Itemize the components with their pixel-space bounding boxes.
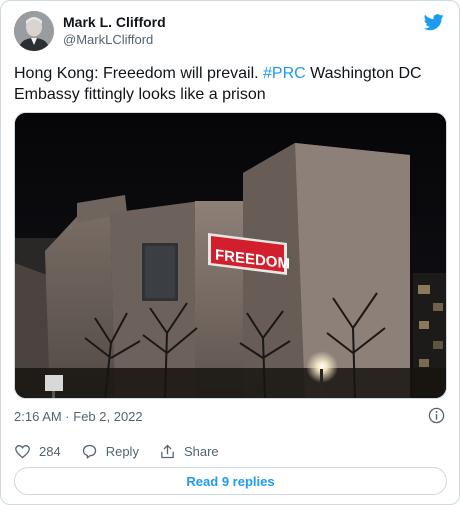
heart-icon xyxy=(15,444,30,458)
share-button[interactable]: Share xyxy=(159,443,219,460)
hashtag-link[interactable]: #PRC xyxy=(263,65,306,82)
share-icon xyxy=(161,444,174,458)
share-label: Share xyxy=(183,443,219,459)
tweet-text-part: Hong Kong: Freeedom will prevail. xyxy=(14,65,264,82)
like-button[interactable]: 284 xyxy=(14,443,61,460)
user-handle[interactable]: @MarkLClifford xyxy=(63,31,166,49)
info-icon[interactable] xyxy=(428,407,445,424)
display-name[interactable]: Mark L. Clifford xyxy=(63,14,166,31)
tweet-text: Hong Kong: Freeedom will prevail. #PRC W… xyxy=(14,63,450,105)
avatar[interactable] xyxy=(14,11,54,51)
reply-icon xyxy=(82,444,96,459)
reply-label: Reply xyxy=(105,443,139,459)
tweet-timestamp[interactable]: 2:16 AM · Feb 2, 2022 xyxy=(14,409,143,424)
twitter-bird-icon[interactable] xyxy=(423,12,445,32)
like-count: 284 xyxy=(39,443,61,459)
read-replies-button[interactable]: Read 9 replies xyxy=(14,467,447,495)
tweet-card: Mark L. Clifford @MarkLClifford Hong Kon… xyxy=(0,0,460,505)
reply-button[interactable]: Reply xyxy=(81,443,139,460)
tweet-actions: 284 Reply Share xyxy=(14,441,239,461)
tweet-photo[interactable]: FREEDOM xyxy=(14,112,447,399)
author-names: Mark L. Clifford @MarkLClifford xyxy=(63,14,166,49)
